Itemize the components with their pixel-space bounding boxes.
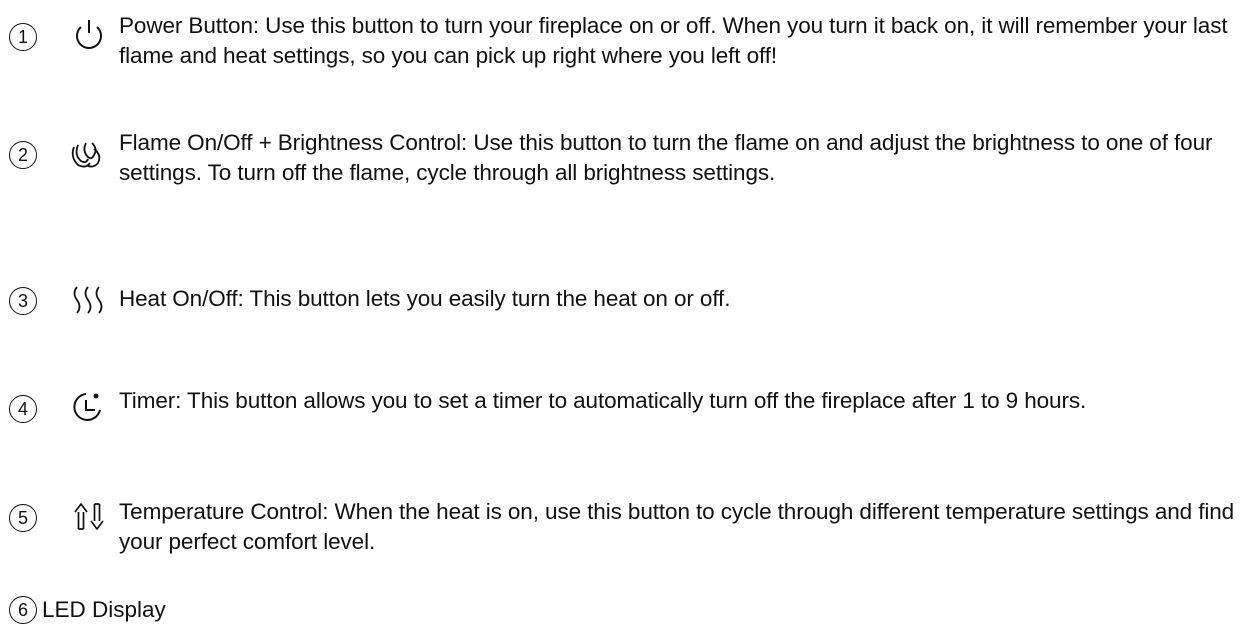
number-badge: 3 [9,287,37,315]
power-icon [69,17,109,51]
item-description: Timer: This button allows you to set a t… [119,388,1087,413]
item-description: LED Display [42,597,166,622]
heat-icon [68,283,108,317]
item-description: Temperature Control: When the heat is on… [119,499,1235,554]
timer-icon [69,390,109,424]
number-badge: 1 [9,23,37,51]
number-badge: 2 [9,141,37,169]
number-badge: 6 [9,596,37,624]
number-badge: 5 [9,504,37,532]
item-description: Power Button: Use this button to turn yo… [119,13,1228,68]
number-badge: 4 [9,395,37,423]
flame-icon [68,137,108,171]
temperature-arrows-icon [70,500,110,534]
item-description: Heat On/Off: This button lets you easily… [119,286,731,311]
item-description: Flame On/Off + Brightness Control: Use t… [119,130,1213,185]
